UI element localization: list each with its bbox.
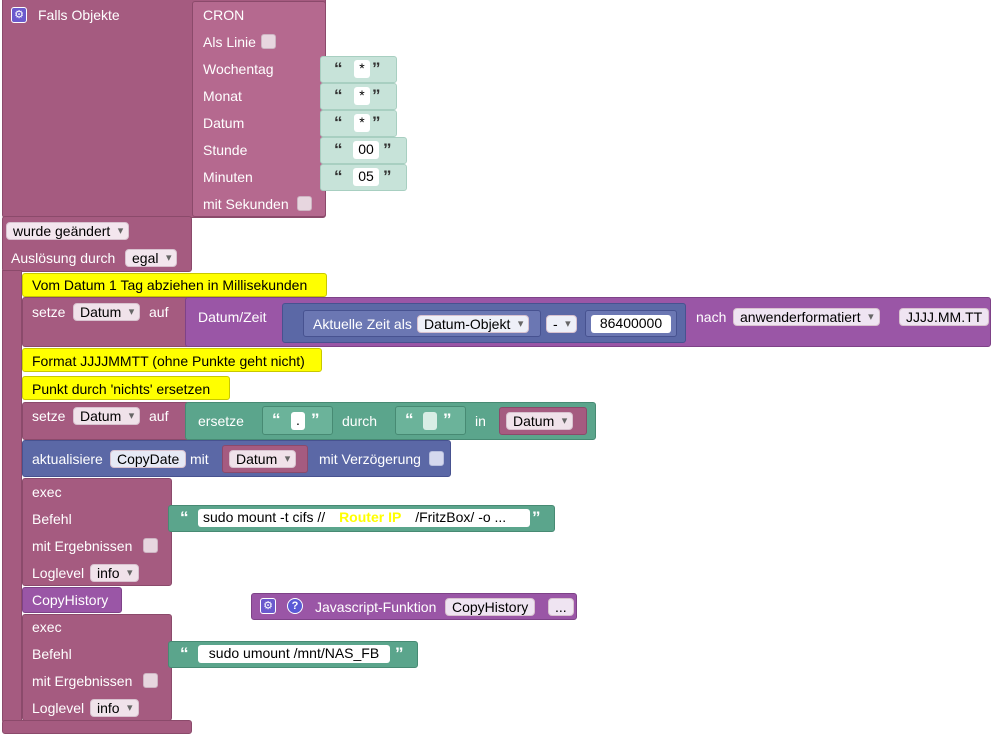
monat-input[interactable]: *	[354, 87, 370, 105]
durch-label: durch	[342, 413, 378, 429]
loglevel-dropdown-2[interactable]: info	[90, 699, 139, 717]
ausloesung-dropdown[interactable]: egal	[125, 249, 178, 267]
setze-label-1: setze	[32, 304, 66, 320]
js-function-name[interactable]: CopyHistory	[445, 598, 536, 616]
befehl-label-2: Befehl	[32, 646, 72, 662]
gear-icon[interactable]: ⚙	[11, 7, 27, 23]
ersetze-label: ersetze	[198, 413, 244, 429]
aktualisiere-label: aktualisiere	[32, 451, 103, 467]
loglevel-label-1: Loglevel	[32, 565, 85, 581]
trigger-footer	[2, 720, 192, 734]
stunde-input[interactable]: 00	[353, 141, 379, 159]
operator-dropdown[interactable]: -	[546, 315, 577, 333]
replace-input[interactable]	[423, 412, 437, 430]
als-linie-checkbox[interactable]	[261, 34, 276, 49]
mit-ergebnissen-checkbox-1[interactable]	[143, 538, 158, 553]
setze-var-dropdown-1[interactable]: Datum	[73, 303, 141, 321]
wurde-geaendert-dropdown[interactable]: wurde geändert	[6, 222, 130, 240]
command-input-2[interactable]: sudo umount /mnt/NAS_FB	[198, 645, 390, 663]
search-input[interactable]: .	[291, 412, 305, 430]
comment-1-text: Vom Datum 1 Tag abziehen in Millisekunde…	[32, 277, 308, 293]
trigger-label: Falls Objekte	[38, 7, 120, 23]
datum-label: Datum	[203, 115, 245, 131]
datum-input[interactable]: *	[354, 114, 370, 132]
aktuelle-zeit-label: Aktuelle Zeit als	[313, 316, 412, 332]
js-function-label: Javascript-Funktion	[315, 599, 437, 615]
setze-var-dropdown-2[interactable]: Datum	[73, 407, 141, 425]
loglevel-dropdown-1[interactable]: info	[90, 564, 139, 582]
command-part-b: /FritzBox/ -o ...	[415, 509, 507, 525]
minuten-input[interactable]: 05	[353, 168, 379, 186]
stunde-label: Stunde	[203, 142, 248, 158]
exec-label-1: exec	[32, 484, 62, 500]
command-part-a: sudo mount -t cifs //	[203, 509, 326, 525]
auf-label-1: auf	[149, 304, 169, 320]
monat-label: Monat	[203, 88, 242, 104]
nach-label: nach	[696, 309, 727, 325]
exec-label-2: exec	[32, 619, 62, 635]
verzoegerung-label: mit Verzögerung	[319, 451, 421, 467]
js-function-more[interactable]: ...	[548, 598, 574, 616]
help-icon[interactable]: ?	[287, 598, 303, 614]
format-type-dropdown[interactable]: anwenderformatiert	[733, 308, 880, 326]
trigger-spine	[2, 270, 22, 726]
ausloesung-label: Auslösung durch	[11, 250, 116, 266]
wochentag-input[interactable]: *	[354, 60, 370, 78]
comment-2-text: Format JJJJMMTT (ohne Punkte geht nicht)	[32, 353, 305, 369]
setze-label-2: setze	[32, 408, 66, 424]
in-label: in	[475, 413, 486, 429]
mit-sekunden-label: mit Sekunden	[203, 196, 289, 212]
aktualisiere-object[interactable]: CopyDate	[110, 450, 187, 468]
cron-label: CRON	[203, 7, 245, 23]
command-router-ip: Router IP	[339, 509, 402, 525]
mit-ergebnissen-label-1: mit Ergebnissen	[32, 538, 133, 554]
js-gear-icon[interactable]: ⚙	[260, 598, 276, 614]
mit-ergebnissen-label-2: mit Ergebnissen	[32, 673, 133, 689]
copyhistory-label: CopyHistory	[32, 592, 109, 608]
datum-zeit-label: Datum/Zeit	[198, 309, 267, 325]
format-input[interactable]: JJJJ.MM.TT	[899, 308, 990, 326]
mit-label: mit	[190, 451, 209, 467]
befehl-label-1: Befehl	[32, 511, 72, 527]
als-linie-label: Als Linie	[203, 34, 256, 50]
command-input-1[interactable]: sudo mount -t cifs // Router IP /FritzBo…	[198, 509, 530, 527]
in-var-dropdown[interactable]: Datum	[506, 412, 574, 430]
wochentag-label: Wochentag	[203, 61, 274, 77]
datum-objekt-dropdown[interactable]: Datum-Objekt	[417, 315, 530, 333]
loglevel-label-2: Loglevel	[32, 700, 85, 716]
number-input[interactable]: 86400000	[591, 315, 671, 333]
mit-ergebnissen-checkbox-2[interactable]	[143, 673, 158, 688]
verzoegerung-checkbox[interactable]	[429, 451, 444, 466]
minuten-label: Minuten	[203, 169, 253, 185]
aktualisiere-var-dropdown[interactable]: Datum	[229, 450, 297, 468]
comment-3-text: Punkt durch 'nichts' ersetzen	[32, 381, 211, 397]
mit-sekunden-checkbox[interactable]	[297, 196, 312, 211]
auf-label-2: auf	[149, 408, 169, 424]
